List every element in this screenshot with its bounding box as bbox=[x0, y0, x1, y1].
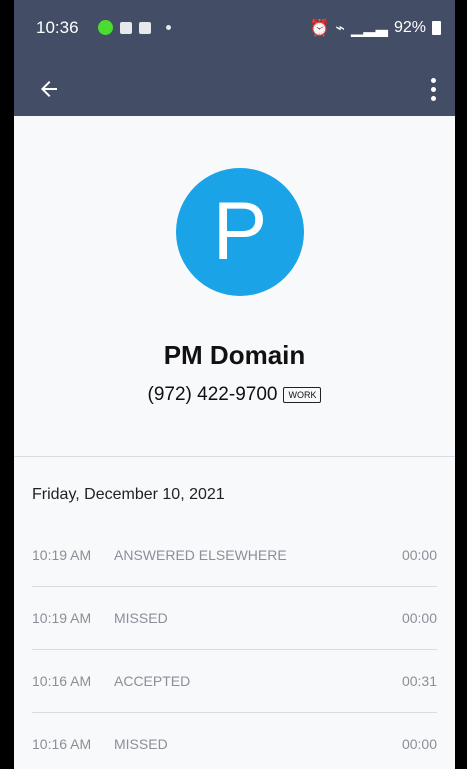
signal-icon: ▁▂▃ bbox=[351, 20, 388, 37]
battery-icon bbox=[432, 21, 441, 35]
green-dot-icon bbox=[98, 20, 113, 35]
notification-dot-icon bbox=[166, 25, 171, 30]
more-vert-icon bbox=[430, 95, 436, 101]
screen: 10:36 ⏰ ⌁ ▁▂▃ 92% P PM Domain (972) 422-… bbox=[14, 0, 455, 769]
app-bar bbox=[14, 64, 455, 116]
call-time: 10:19 AM bbox=[32, 547, 92, 563]
avatar: P bbox=[176, 168, 304, 296]
more-options-button[interactable] bbox=[421, 72, 445, 106]
call-time: 10:16 AM bbox=[32, 736, 92, 752]
divider bbox=[14, 456, 455, 457]
call-duration: 00:00 bbox=[401, 610, 437, 626]
call-duration: 00:31 bbox=[401, 673, 437, 689]
arrow-left-icon bbox=[41, 81, 57, 97]
frame-left bbox=[0, 0, 14, 769]
call-duration: 00:00 bbox=[401, 547, 437, 563]
more-vert-icon bbox=[430, 86, 436, 92]
call-status: MISSED bbox=[114, 610, 168, 626]
calendar-icon bbox=[139, 21, 151, 34]
phone-type-badge: WORK bbox=[283, 387, 322, 403]
call-time: 10:19 AM bbox=[32, 610, 92, 626]
call-duration: 00:00 bbox=[401, 736, 437, 752]
call-row[interactable]: 10:19 AM ANSWERED ELSEWHERE 00:00 bbox=[32, 524, 437, 587]
call-status: MISSED bbox=[114, 736, 168, 752]
call-time: 10:16 AM bbox=[32, 673, 92, 689]
call-history-list: 10:19 AM ANSWERED ELSEWHERE 00:00 10:19 … bbox=[32, 524, 437, 769]
phone-number[interactable]: (972) 422-9700 bbox=[148, 384, 278, 406]
status-time: 10:36 bbox=[36, 18, 79, 37]
call-status: ACCEPTED bbox=[114, 673, 191, 689]
history-date: Friday, December 10, 2021 bbox=[32, 486, 225, 503]
call-row[interactable]: 10:19 AM MISSED 00:00 bbox=[32, 587, 437, 650]
call-row[interactable]: 10:16 AM ACCEPTED 00:31 bbox=[32, 650, 437, 713]
grid-icon bbox=[120, 21, 132, 34]
battery-percentage: 92% bbox=[393, 19, 426, 36]
contact-phone-line: (972) 422-9700 WORK bbox=[14, 384, 455, 406]
status-bar: 10:36 ⏰ ⌁ ▁▂▃ 92% bbox=[14, 0, 455, 64]
frame-right bbox=[455, 0, 467, 769]
wifi-icon: ⌁ bbox=[335, 20, 346, 37]
call-row[interactable]: 10:16 AM MISSED 00:00 bbox=[32, 713, 437, 769]
contact-name: PM Domain bbox=[163, 340, 306, 370]
more-vert-icon bbox=[430, 77, 436, 83]
status-right: ⏰ ⌁ ▁▂▃ 92% bbox=[309, 18, 441, 38]
call-status: ANSWERED ELSEWHERE bbox=[114, 547, 287, 563]
status-left-icons bbox=[98, 20, 171, 35]
phone-frame: 10:36 ⏰ ⌁ ▁▂▃ 92% P PM Domain (972) 422-… bbox=[0, 0, 467, 769]
alarm-icon: ⏰ bbox=[309, 20, 330, 37]
back-button[interactable] bbox=[32, 72, 66, 106]
